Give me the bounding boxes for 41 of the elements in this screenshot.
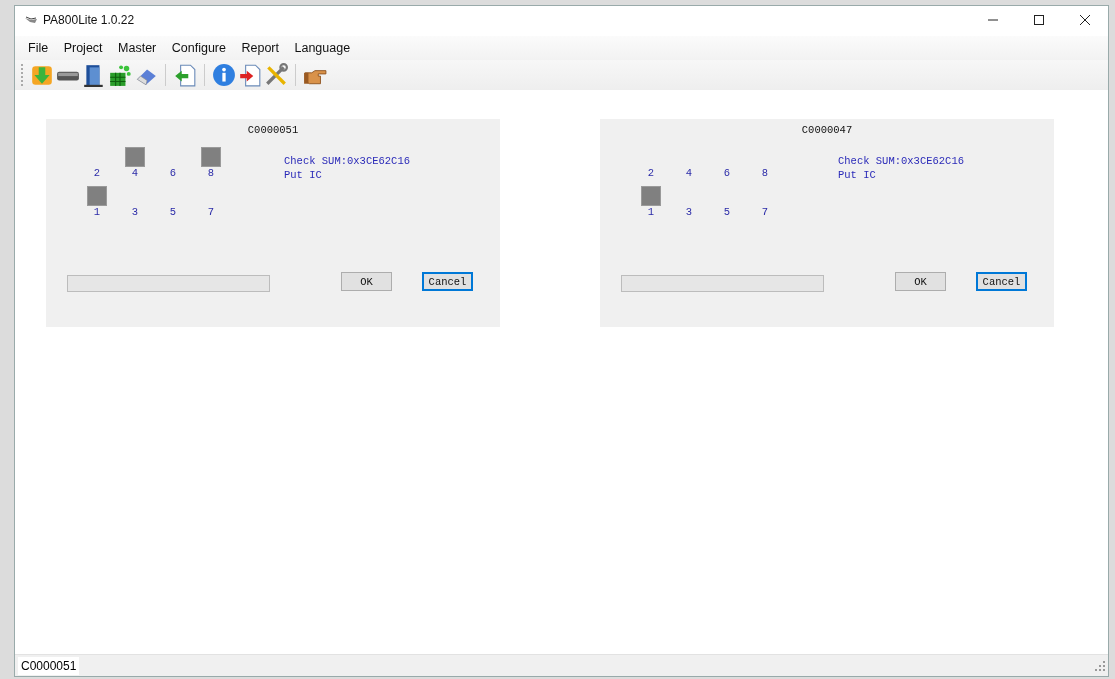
ok-button[interactable]: OK — [895, 272, 946, 291]
menu-item[interactable]: Project — [57, 39, 109, 57]
panel-title: C0000047 — [800, 123, 854, 138]
window-title: PA800Lite 1.0.22 — [43, 13, 136, 27]
resize-grip-icon[interactable] — [1094, 659, 1106, 672]
status-message: Check SUM:0x3CE62C16 — [284, 154, 412, 168]
pin-number: 4 — [685, 167, 693, 180]
info-icon[interactable] — [212, 63, 236, 87]
pin-number: 3 — [685, 206, 693, 219]
menu-item[interactable]: Master — [112, 39, 163, 57]
pin-number: 6 — [169, 167, 177, 180]
pin-number: 7 — [761, 206, 769, 219]
pin-number: 5 — [723, 206, 731, 219]
pin-number: 2 — [93, 167, 101, 180]
status-message: Check SUM:0x3CE62C16 — [838, 154, 966, 168]
pin-number: 7 — [207, 206, 215, 219]
menu-item[interactable]: Configure — [165, 39, 232, 57]
menu-item[interactable]: Report — [235, 39, 285, 57]
panel-title: C0000051 — [246, 123, 300, 138]
menu-item[interactable]: File — [22, 39, 55, 57]
status-message: Put IC — [838, 168, 877, 182]
status-text: C0000051 — [18, 656, 80, 675]
cancel-button[interactable]: Cancel — [422, 272, 473, 291]
back-document-icon[interactable] — [173, 63, 197, 87]
pin-number: 2 — [647, 167, 655, 180]
pin-number: 8 — [207, 167, 215, 180]
pin-number: 4 — [131, 167, 139, 180]
pin-number: 3 — [131, 206, 139, 219]
menu-item[interactable]: Language — [288, 39, 357, 57]
import-document-icon[interactable] — [238, 63, 262, 87]
ok-button[interactable]: OK — [341, 272, 392, 291]
pin-number: 1 — [647, 206, 655, 219]
status-message: Put IC — [284, 168, 323, 182]
tools-icon[interactable] — [264, 63, 288, 87]
pin-number: 5 — [169, 206, 177, 219]
pin-number: 8 — [761, 167, 769, 180]
pin-number: 1 — [93, 206, 101, 219]
cancel-button[interactable]: Cancel — [976, 272, 1027, 291]
pin-number: 6 — [723, 167, 731, 180]
door-icon[interactable] — [82, 63, 106, 87]
cubes-icon[interactable] — [108, 63, 132, 87]
